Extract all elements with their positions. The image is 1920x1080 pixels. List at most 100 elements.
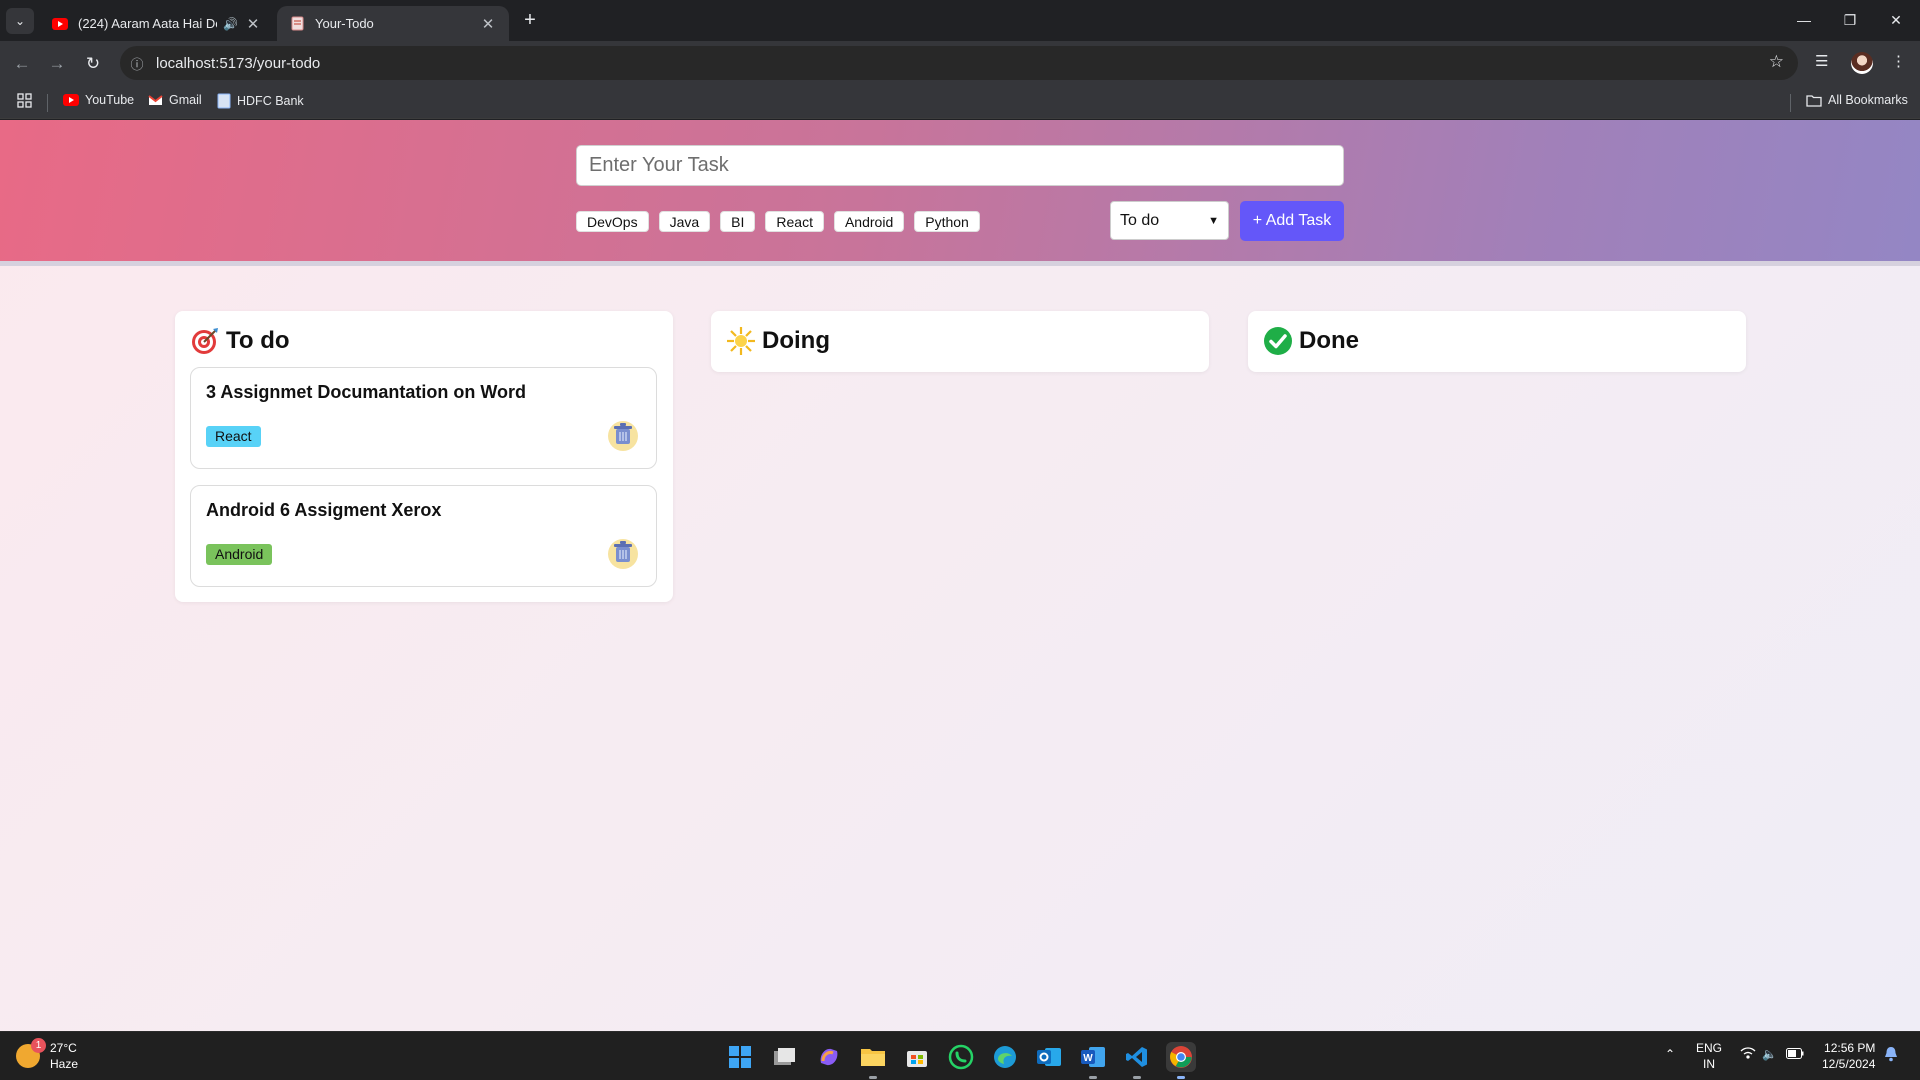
bookmark-label: All Bookmarks [1828,93,1908,107]
star-glow-icon [726,326,756,356]
bookmark-hdfc[interactable]: HDFC Bank [217,93,304,109]
whatsapp-icon[interactable] [946,1042,976,1072]
status-select-value: To do [1120,211,1160,229]
windows-taskbar: 1 27°C Haze W ⌃ ENG IN 🔈 12:56 PM 12/5/2… [0,1031,1920,1080]
divider [47,94,48,112]
reload-icon[interactable]: ↻ [80,51,106,77]
document-icon [217,93,231,109]
bookmark-star-icon[interactable]: ☆ [1769,52,1784,72]
site-info-icon[interactable]: ⓘ [120,54,154,73]
volume-icon[interactable]: 🔈 [1762,1046,1777,1062]
column-title: Done [1299,326,1359,354]
notification-bell-icon[interactable] [1884,1046,1898,1066]
svg-text:W: W [1083,1053,1093,1064]
youtube-icon [52,16,68,32]
region-code: IN [1703,1057,1715,1071]
clock[interactable]: 12:56 PM 12/5/2024 [1822,1040,1875,1072]
tag-react-button[interactable]: React [765,211,824,232]
bookmark-gmail[interactable]: Gmail [148,93,202,107]
speaker-icon[interactable]: 🔊 [223,17,238,31]
notification-badge: 1 [31,1038,46,1053]
chrome-icon[interactable] [1166,1042,1196,1072]
column-todo: To do 3 Assignmet Documantation on Word … [175,311,673,602]
language-code: ENG [1696,1041,1723,1055]
check-mark-icon [1263,326,1293,356]
start-icon[interactable] [725,1042,755,1072]
media-control-icon[interactable]: ☰ [1815,52,1828,70]
page-favicon-icon [289,16,305,32]
vscode-icon[interactable] [1122,1042,1152,1072]
weather-widget[interactable]: 1 27°C Haze [16,1038,79,1072]
bookmarks-bar: YouTube Gmail HDFC Bank All Bookmarks [0,85,1920,119]
close-tab-icon[interactable]: ✕ [479,15,497,33]
target-icon [190,326,220,356]
minimize-button[interactable]: — [1784,6,1824,34]
address-bar[interactable]: ⓘ localhost:5173/your-todo ☆ [120,46,1798,80]
clock-time: 12:56 PM [1824,1041,1876,1055]
running-indicator [1133,1076,1141,1079]
tag-bi-button[interactable]: BI [720,211,756,232]
bookmark-label: HDFC Bank [237,94,304,108]
running-indicator [1177,1076,1185,1079]
tab-youtube[interactable]: (224) Aaram Aata Hai Deedi 🔊 ✕ [40,6,274,41]
column-doing: Doing [711,311,1209,372]
tab-search-button[interactable]: ⌄ [6,8,34,34]
tag-java-button[interactable]: Java [658,211,711,232]
file-explorer-icon[interactable] [858,1042,888,1072]
language-indicator[interactable]: ENG IN [1696,1040,1722,1072]
gmail-icon [148,94,163,106]
restore-button[interactable]: ❐ [1830,6,1870,34]
battery-icon[interactable] [1786,1047,1804,1063]
folder-icon [1806,94,1822,107]
column-title: Doing [762,326,830,354]
tag-buttons: DevOps Java BI React Android Python [576,211,980,232]
add-task-button[interactable]: + Add Task [1240,201,1344,241]
running-indicator [869,1076,877,1079]
task-card: 3 Assignmet Documantation on Word React [190,367,657,469]
url-text: localhost:5173/your-todo [156,54,321,72]
close-window-button[interactable]: ✕ [1876,6,1916,34]
delete-task-button[interactable] [608,421,638,451]
youtube-icon [63,94,79,106]
apps-grid-icon[interactable] [17,93,32,108]
forward-icon[interactable]: → [44,51,70,77]
task-view-icon[interactable] [770,1042,800,1072]
new-tab-button[interactable]: + [518,9,542,33]
microsoft-store-icon[interactable] [902,1042,932,1072]
column-header: To do [190,325,658,356]
todo-page: DevOps Java BI React Android Python To d… [0,120,1920,1031]
profile-avatar[interactable] [1851,52,1873,74]
all-bookmarks-button[interactable]: All Bookmarks [1806,93,1908,107]
task-tag: Android [206,544,273,565]
task-input[interactable] [576,145,1344,186]
more-menu-icon[interactable]: ⋮ [1891,52,1906,70]
outlook-icon[interactable] [1034,1042,1064,1072]
tag-devops-button[interactable]: DevOps [576,211,649,232]
tab-your-todo[interactable]: Your-Todo ✕ [277,6,509,41]
close-tab-icon[interactable]: ✕ [244,15,262,33]
wifi-icon[interactable] [1740,1047,1756,1063]
browser-toolbar: ← → ↻ ⓘ localhost:5173/your-todo ☆ ☰ ⋮ [0,41,1920,85]
copilot-icon[interactable] [814,1042,844,1072]
tag-python-button[interactable]: Python [914,211,980,232]
back-icon[interactable]: ← [9,51,35,77]
task-card: Android 6 Assigment Xerox Android [190,485,657,587]
task-form-header: DevOps Java BI React Android Python To d… [0,120,1920,266]
tag-android-button[interactable]: Android [833,211,905,232]
tab-strip: ⌄ (224) Aaram Aata Hai Deedi 🔊 ✕ Your-To… [0,0,1920,41]
bookmark-label: YouTube [85,93,135,107]
weather-desc: Haze [50,1057,79,1071]
show-hidden-icons[interactable]: ⌃ [1665,1046,1675,1062]
column-header: Done [1263,325,1731,356]
column-title: To do [226,326,290,354]
chevron-down-icon: ⌄ [14,14,26,28]
edge-icon[interactable] [990,1042,1020,1072]
delete-task-button[interactable] [608,539,638,569]
weather-temp: 27°C [50,1041,77,1055]
tab-title: (224) Aaram Aata Hai Deedi [78,16,217,31]
trash-icon [614,422,632,450]
status-select[interactable]: To do ▼ [1110,201,1229,240]
tab-title: Your-Todo [315,16,374,31]
bookmark-youtube[interactable]: YouTube [63,93,134,107]
word-icon[interactable]: W [1078,1042,1108,1072]
